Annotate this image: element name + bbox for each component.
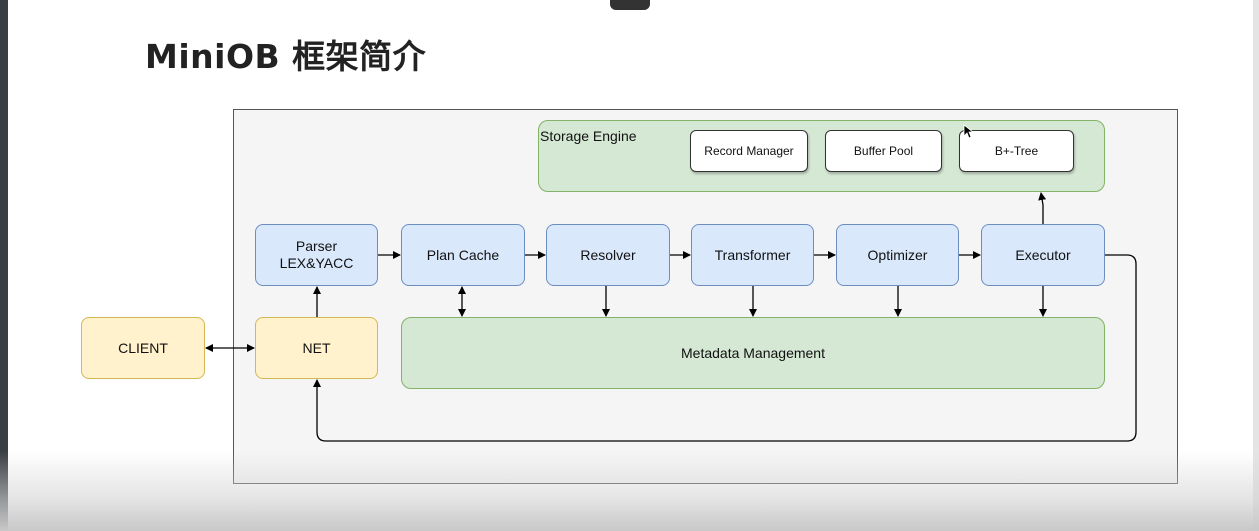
connector-arrows <box>205 192 1137 442</box>
arrow-executor-return-net <box>313 254 1137 442</box>
arrow-executor-storage <box>1038 192 1047 224</box>
mouse-cursor-icon <box>963 124 975 139</box>
